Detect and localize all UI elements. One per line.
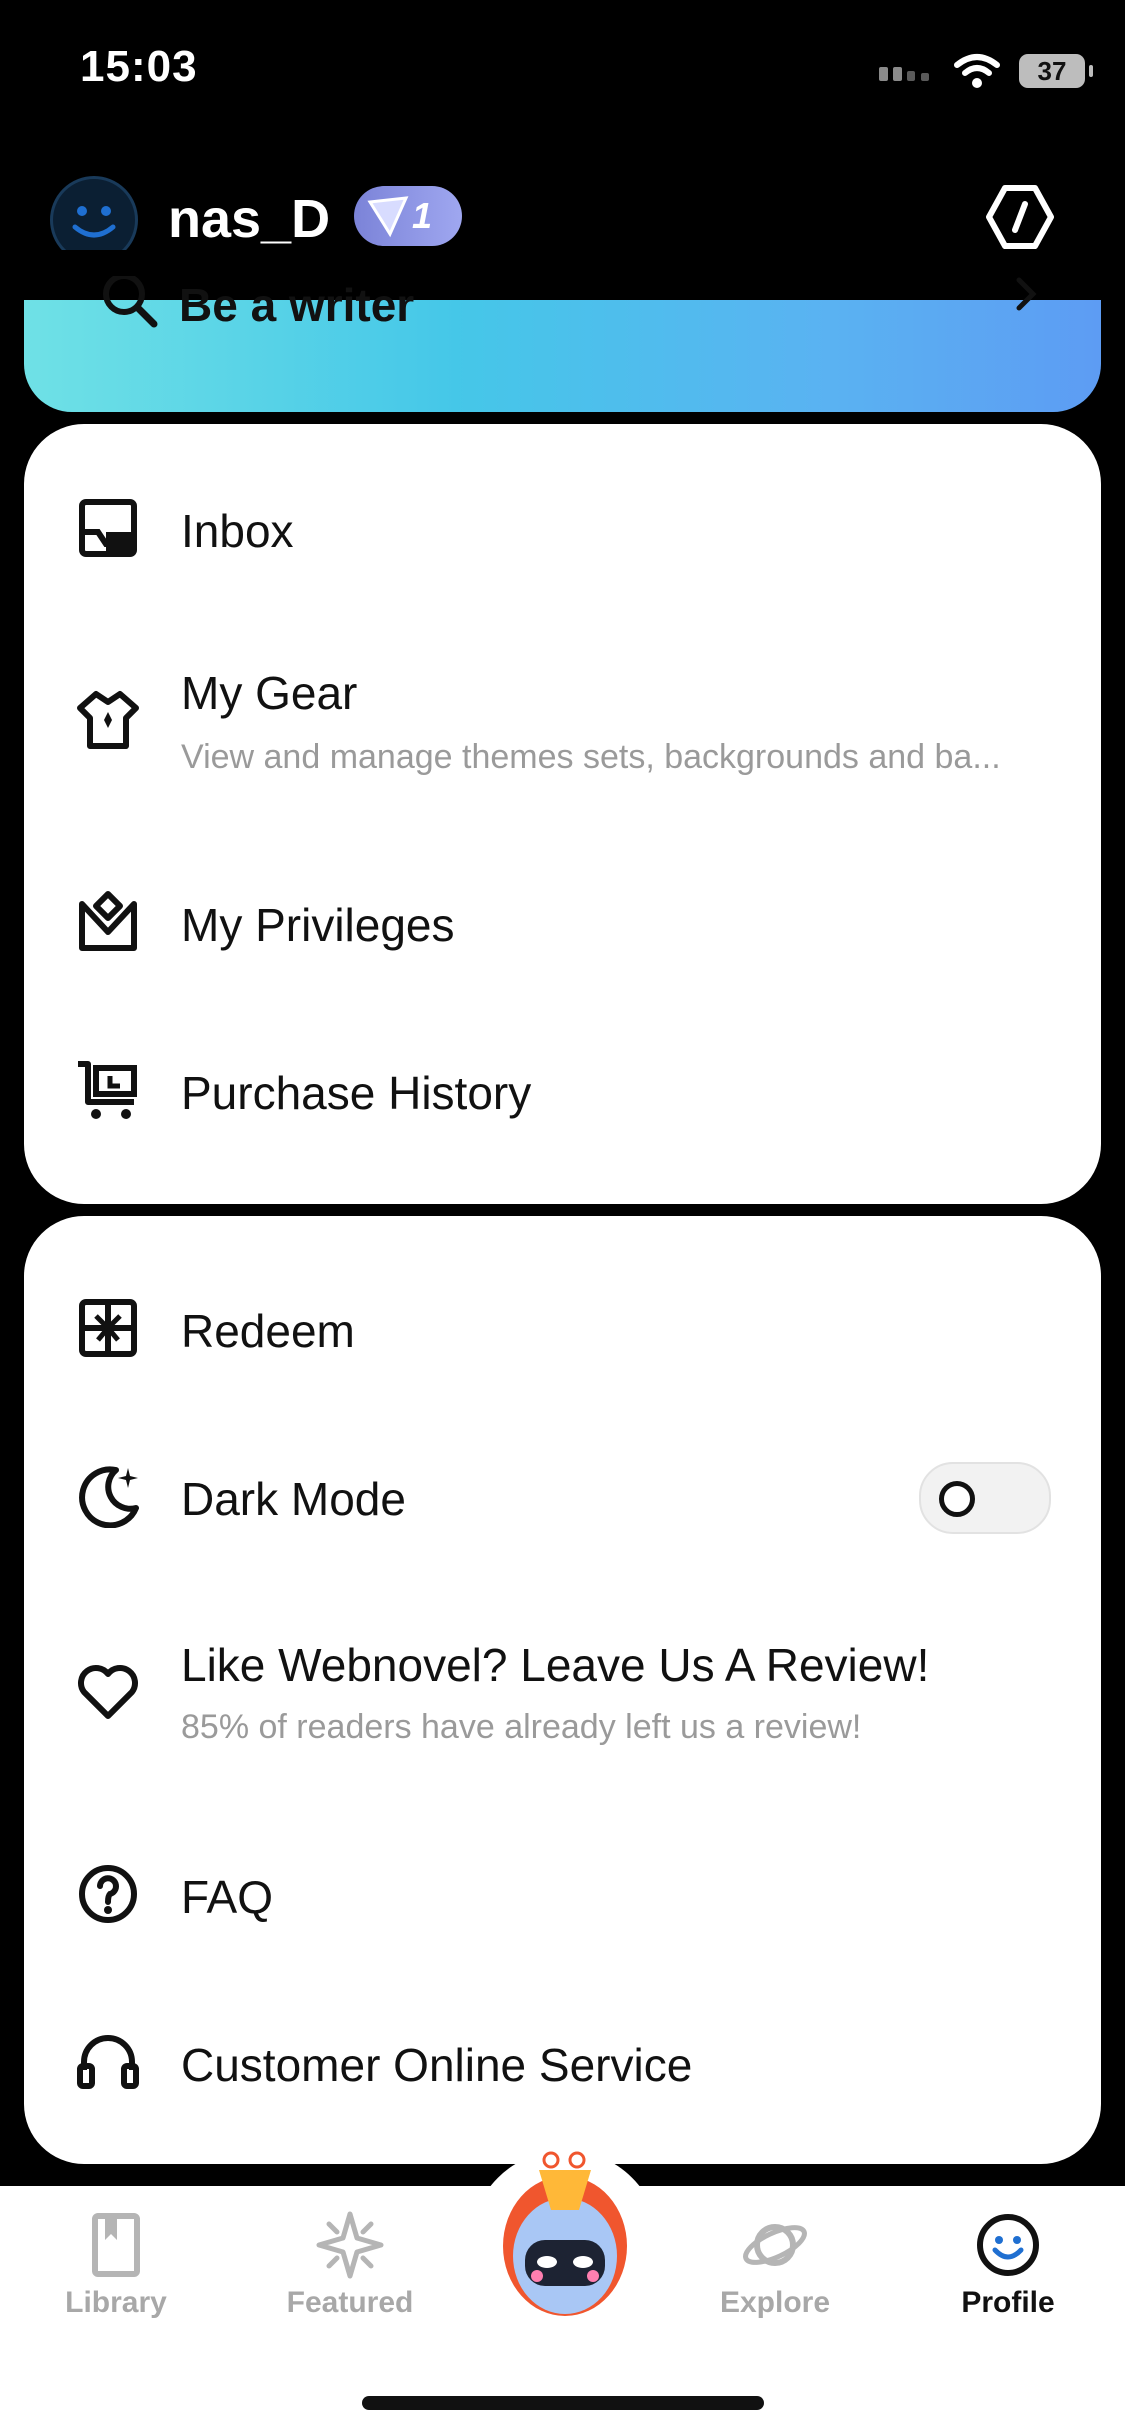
- book-icon: [92, 2213, 140, 2277]
- menu-item-label: Dark Mode: [181, 1473, 406, 1525]
- wifi-icon: [954, 54, 1000, 88]
- be-a-writer-label: Be a writer: [179, 279, 415, 331]
- menu-item-label: Inbox: [181, 505, 294, 557]
- smiley-avatar-icon: [72, 206, 116, 238]
- menu-item-purchase-history[interactable]: Purchase History: [24, 1058, 1101, 1158]
- tab-profile[interactable]: Profile: [918, 2210, 1098, 2320]
- status-bar: 15:03 37: [0, 0, 1125, 130]
- settings-icon[interactable]: [985, 182, 1055, 252]
- tab-explore[interactable]: Explore: [685, 2210, 865, 2320]
- menu-item-customer-service[interactable]: Customer Online Service: [24, 2030, 1101, 2130]
- level-number: 1: [411, 195, 433, 236]
- planet-icon: [743, 2224, 807, 2266]
- toggle-knob: [939, 1481, 975, 1517]
- shirt-icon: [77, 691, 139, 749]
- menu-item-label: Like Webnovel? Leave Us A Review!: [181, 1639, 930, 1691]
- menu-item-label: FAQ: [181, 1871, 274, 1923]
- menu-item-subtitle: 85% of readers have already left us a re…: [181, 1708, 862, 1746]
- status-time: 15:03: [80, 42, 198, 91]
- tab-label: Profile: [961, 2286, 1055, 2319]
- menu-item-dark-mode[interactable]: Dark Mode: [24, 1462, 1101, 1564]
- diamond-icon: [367, 196, 409, 238]
- tab-label: Featured: [286, 2286, 414, 2319]
- tab-library[interactable]: Library: [26, 2210, 206, 2320]
- question-icon: [79, 1865, 137, 1923]
- home-indicator: [362, 2396, 764, 2410]
- battery-icon: 37: [1019, 54, 1093, 88]
- menu-item-inbox[interactable]: Inbox: [24, 496, 1101, 596]
- menu-item-label: My Gear: [181, 667, 358, 719]
- dark-mode-toggle[interactable]: [919, 1462, 1051, 1534]
- menu-item-label: Purchase History: [181, 1067, 532, 1119]
- menu-item-leave-review[interactable]: Like Webnovel? Leave Us A Review! 85% of…: [24, 1638, 1101, 1758]
- menu-item-faq[interactable]: FAQ: [24, 1862, 1101, 1962]
- menu-item-label: Redeem: [181, 1305, 355, 1357]
- smiley-icon: [977, 2214, 1039, 2276]
- pen-search-icon: [103, 276, 158, 328]
- menu-item-subtitle: View and manage themes sets, backgrounds…: [181, 738, 1001, 776]
- headset-icon: [77, 2035, 139, 2089]
- settings-menu-card: Redeem Dark Mode Like Webnovel? Leave Us…: [24, 1216, 1101, 2164]
- menu-item-label: My Privileges: [181, 899, 455, 951]
- account-menu-card: Inbox My Gear View and manage themes set…: [24, 424, 1101, 1204]
- be-a-writer-banner[interactable]: Be a writer: [24, 250, 1101, 412]
- gift-icon: [79, 1299, 137, 1357]
- menu-item-redeem[interactable]: Redeem: [24, 1296, 1101, 1396]
- tab-label: Explore: [719, 2286, 831, 2319]
- battery-level: 37: [1037, 55, 1067, 86]
- crown-icon: [79, 891, 137, 951]
- status-icons: 37: [879, 48, 1093, 94]
- menu-item-label: Customer Online Service: [181, 2039, 693, 2091]
- chevron-right-icon: [1016, 277, 1037, 311]
- menu-item-my-privileges[interactable]: My Privileges: [24, 890, 1101, 990]
- sparkle-icon: [316, 2211, 384, 2279]
- cart-icon: [78, 1061, 137, 1119]
- cellular-signal-icon: [879, 67, 929, 81]
- inbox-icon: [79, 499, 137, 557]
- username[interactable]: nas_D: [168, 188, 330, 250]
- moon-icon: [79, 1466, 139, 1528]
- level-badge[interactable]: 1: [354, 186, 462, 246]
- mascot-icon[interactable]: [485, 2150, 645, 2320]
- tab-label: Library: [65, 2286, 167, 2319]
- heart-icon: [78, 1665, 138, 1719]
- menu-item-my-gear[interactable]: My Gear View and manage themes sets, bac…: [24, 666, 1101, 786]
- tab-featured[interactable]: Featured: [260, 2210, 440, 2320]
